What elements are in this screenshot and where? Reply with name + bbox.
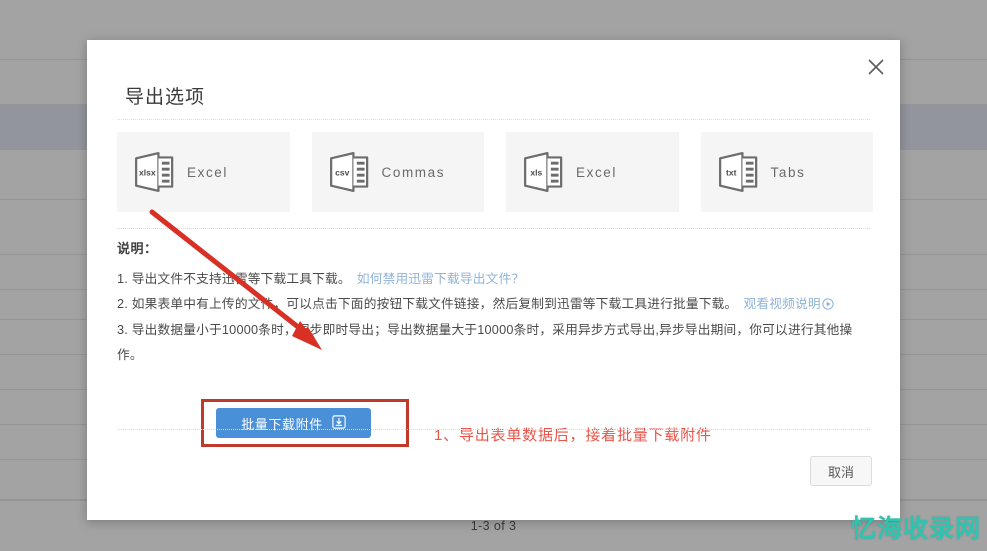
svg-text:xls: xls — [530, 167, 542, 177]
export-format-label: Excel — [187, 164, 229, 180]
instruction-text: 如果表单中有上传的文件，可以点击下面的按钮下载文件链接，然后复制到迅雷等下载工具… — [131, 296, 738, 311]
instruction-text: 导出文件不支持迅雷等下载工具下载。 — [131, 272, 351, 286]
instruction-item: 3. 导出数据量小于10000条时，同步即时导出；导出数据量大于10000条时，… — [117, 318, 873, 367]
export-format-label: Commas — [381, 164, 446, 180]
cancel-button[interactable]: 取消 — [810, 456, 872, 486]
instruction-text: 导出数据量小于10000条时，同步即时导出；导出数据量大于10000条时，采用异… — [117, 323, 853, 362]
file-xls-icon: xls — [524, 152, 563, 192]
export-format-card-txt[interactable]: txt Tabs — [700, 132, 873, 212]
svg-text:csv: csv — [335, 167, 350, 177]
file-xlsx-icon: xlsx — [135, 152, 174, 192]
svg-text:xlsx: xlsx — [139, 167, 156, 177]
instructions-heading: 说明： — [117, 241, 158, 256]
instruction-number: 1. — [117, 272, 128, 286]
divider-top — [117, 119, 870, 120]
site-watermark: 忆海收录网 — [850, 515, 981, 543]
instruction-link[interactable]: 观看视频说明 — [743, 297, 820, 311]
export-format-label: Tabs — [770, 164, 806, 180]
annotation-text: 1、导出表单数据后，接着批量下载附件 — [434, 427, 712, 444]
batch-download-attachments-button[interactable]: 批量下载附件 — [216, 408, 371, 438]
file-txt-icon: txt — [718, 152, 757, 192]
svg-text:txt: txt — [726, 167, 737, 177]
file-csv-icon: csv — [329, 152, 368, 192]
screen: 1-3 of 3 导出选项 xlsx Excel csv Commas xls Excel… — [0, 0, 987, 551]
export-format-card-csv[interactable]: csv Commas — [311, 132, 484, 212]
instruction-number: 3. — [117, 323, 128, 337]
export-format-card-xlsx[interactable]: xlsx Excel — [117, 132, 290, 212]
divider-middle — [117, 228, 870, 229]
export-format-card-xls[interactable]: xls Excel — [506, 132, 679, 212]
instructions-list: 1. 导出文件不支持迅雷等下载工具下载。 如何禁用迅雷下载导出文件？ 2. 如果表单… — [117, 267, 873, 367]
export-format-label: Excel — [576, 164, 618, 180]
instruction-item: 2. 如果表单中有上传的文件，可以点击下面的按钮下载文件链接，然后复制到迅雷等下… — [117, 292, 873, 319]
dialog-title: 导出选项 — [125, 87, 206, 108]
instructions-section: 说明： 1. 导出文件不支持迅雷等下载工具下载。 如何禁用迅雷下载导出文件？ 2. … — [117, 238, 873, 367]
instruction-link[interactable]: 如何禁用迅雷下载导出文件？ — [357, 272, 525, 286]
export-format-list: xlsx Excel csv Commas xls Excel txt Tabs — [117, 132, 873, 212]
divider-bottom — [117, 429, 870, 430]
play-circle-icon[interactable] — [822, 294, 834, 319]
instruction-number: 2. — [117, 296, 128, 311]
instruction-item: 1. 导出文件不支持迅雷等下载工具下载。 如何禁用迅雷下载导出文件？ — [117, 267, 873, 292]
export-options-dialog: 导出选项 xlsx Excel csv Commas xls Excel txt Tabs 说… — [87, 40, 900, 520]
close-icon[interactable] — [855, 46, 897, 88]
